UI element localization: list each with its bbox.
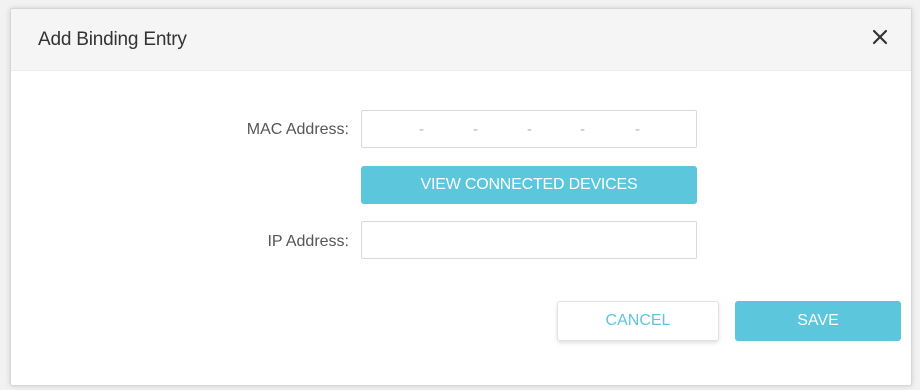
mac-address-field[interactable]: - - - - - — [361, 110, 697, 148]
ip-address-label: IP Address: — [267, 233, 349, 250]
mac-separator: - — [527, 121, 532, 138]
close-icon[interactable] — [867, 24, 893, 50]
add-binding-entry-dialog: Add Binding Entry MAC Address: - - - - -… — [10, 8, 912, 386]
mac-separator: - — [419, 121, 424, 138]
view-connected-devices-button[interactable]: VIEW CONNECTED DEVICES — [361, 166, 697, 204]
mac-separator: - — [580, 121, 585, 138]
dialog-header: Add Binding Entry — [11, 9, 911, 71]
mac-address-label: MAC Address: — [246, 121, 349, 138]
mac-separator: - — [635, 121, 640, 138]
cancel-button[interactable]: CANCEL — [557, 301, 719, 341]
save-button[interactable]: SAVE — [735, 301, 901, 341]
ip-address-field-wrapper — [361, 221, 697, 259]
dialog-title: Add Binding Entry — [38, 29, 187, 50]
ip-address-input[interactable] — [362, 222, 696, 258]
mac-separator: - — [473, 121, 478, 138]
